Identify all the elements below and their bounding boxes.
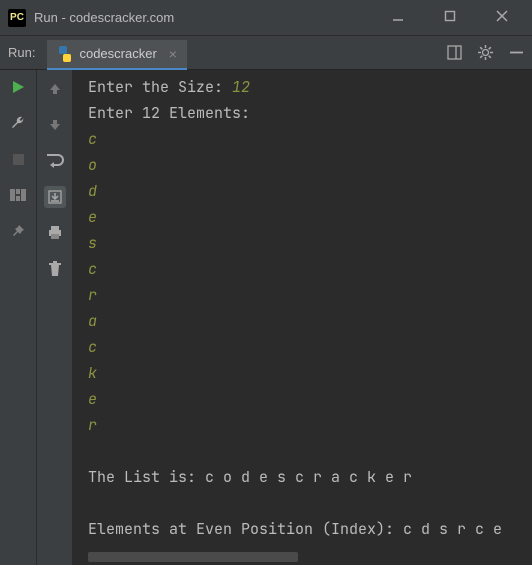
trash-icon[interactable] [44,258,66,280]
layout-settings-icon[interactable] [447,45,462,60]
console-input-line: c [88,256,516,282]
soft-wrap-icon[interactable] [44,150,66,172]
console-output[interactable]: Enter the Size: 12 Enter 12 Elements: co… [72,70,532,565]
pycharm-icon: PC [8,9,26,27]
window-title: Run - codescracker.com [34,10,384,25]
run-label: Run: [8,45,35,60]
console-input-line: c [88,126,516,152]
run-toolbar: Run: codescracker × [0,36,532,70]
workspace: Enter the Size: 12 Enter 12 Elements: co… [0,70,532,565]
run-button[interactable] [9,78,27,96]
hide-icon[interactable] [509,45,524,60]
console-input-line: r [88,412,516,438]
tab-close-icon[interactable]: × [169,46,177,62]
up-arrow-icon[interactable] [44,78,66,100]
stop-button[interactable] [9,150,27,168]
scroll-to-end-icon[interactable] [44,186,66,208]
horizontal-scrollbar[interactable] [88,552,298,562]
console-input-line: a [88,308,516,334]
run-tab[interactable]: codescracker × [47,40,187,70]
console-line: The List is: c o d e s c r a c k e r [88,464,516,490]
console-input-line: s [88,230,516,256]
tab-label: codescracker [79,46,156,61]
console-input-line: d [88,178,516,204]
gear-icon[interactable] [478,45,493,60]
console-input-line: e [88,386,516,412]
maximize-button[interactable] [436,10,464,25]
console-input-line: c [88,334,516,360]
dump-icon[interactable] [9,186,27,204]
console-line: Elements at Even Position (Index): c d s… [88,516,516,542]
console-input-line: o [88,152,516,178]
console-line: Enter the Size: 12 [88,74,516,100]
run-actions-gutter [0,70,36,565]
console-controls-gutter [36,70,72,565]
pin-icon[interactable] [9,222,27,240]
console-input-line: e [88,204,516,230]
minimize-button[interactable] [384,10,412,25]
titlebar: PC Run - codescracker.com [0,0,532,36]
window-controls [384,10,524,25]
print-icon[interactable] [44,222,66,244]
console-line: Enter 12 Elements: [88,100,516,126]
python-icon [57,46,73,62]
console-input-line: r [88,282,516,308]
close-button[interactable] [488,10,516,25]
down-arrow-icon[interactable] [44,114,66,136]
console-input-line: k [88,360,516,386]
wrench-icon[interactable] [9,114,27,132]
